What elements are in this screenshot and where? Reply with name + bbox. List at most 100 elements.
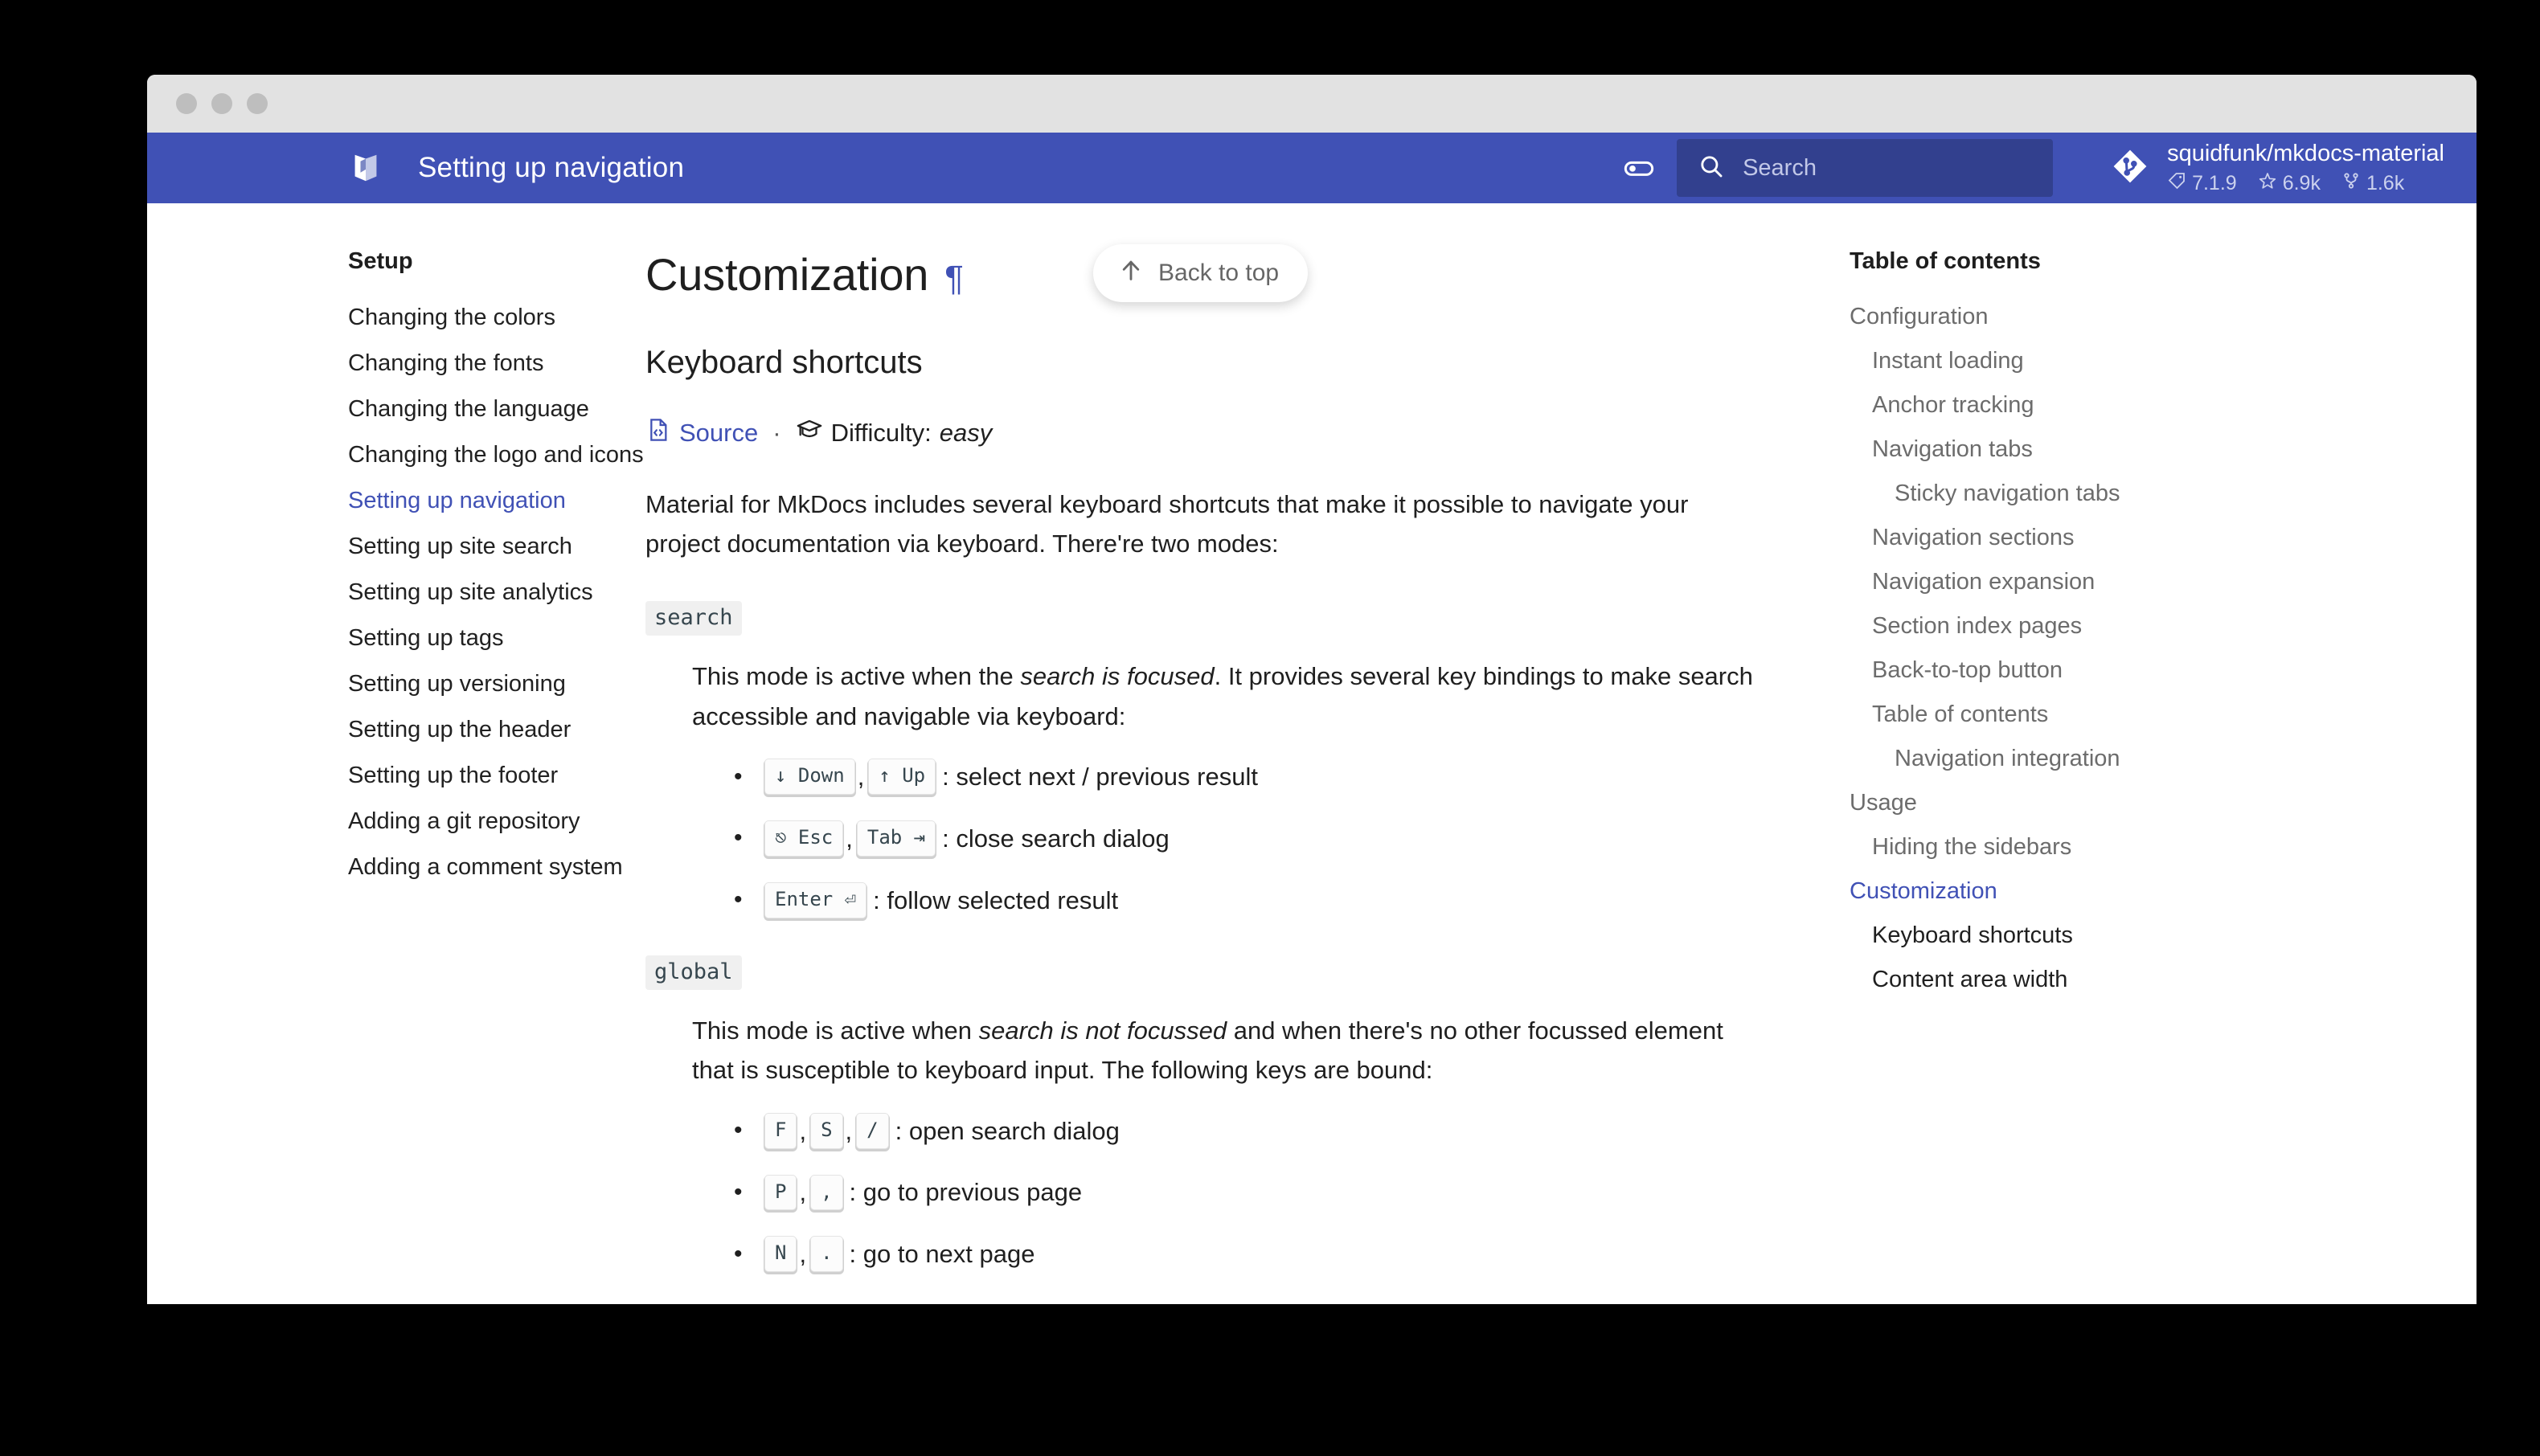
kbd-key: .: [810, 1236, 843, 1273]
kbd-key: ,: [810, 1174, 843, 1211]
sidebar-item[interactable]: Changing the language: [348, 386, 645, 432]
heading-anchor-icon[interactable]: ¶: [944, 259, 964, 299]
sidebar-item[interactable]: Adding a comment system: [348, 845, 645, 890]
repo-forks: 1.6k: [2341, 171, 2404, 196]
kbd-key: /: [856, 1112, 889, 1149]
search-input[interactable]: [1743, 154, 2017, 182]
toc-title: Table of contents: [1850, 248, 2041, 274]
key-binding-item: F,S,/: open search dialog: [734, 1112, 1763, 1149]
repo-text: squidfunk/mkdocs-material 7.1.9 6.9k 1.6…: [2167, 141, 2444, 196]
repo-name: squidfunk/mkdocs-material: [2167, 140, 2444, 166]
repo-version: 7.1.9: [2167, 171, 2237, 196]
window-titlebar: [147, 75, 2476, 133]
kbd-key: S: [810, 1112, 843, 1149]
kbd-key: Tab ⇥: [856, 820, 936, 857]
site-header: Setting up navigation Search squidfunk/m…: [147, 133, 2476, 203]
toc-sidebar: Table of contents Configuration Instant l…: [1795, 248, 2245, 1304]
content-h2: Keyboard shortcuts: [645, 345, 923, 380]
page-body: Setup Changing the colors Changing the fo…: [147, 203, 2476, 1304]
sidebar-item[interactable]: Setting up site search: [348, 524, 645, 570]
fork-icon: [2341, 171, 2361, 196]
key-binding-item: P,,: go to previous page: [734, 1174, 1763, 1211]
repo-stars: 6.9k: [2258, 171, 2321, 196]
sidebar-item[interactable]: Adding a git repository: [348, 799, 645, 845]
minimize-dot[interactable]: [211, 93, 232, 114]
toc-item[interactable]: Navigation integration: [1850, 737, 2245, 781]
nav-section-title: Setup: [348, 248, 413, 274]
header-right-cluster: squidfunk/mkdocs-material 7.1.9: [1617, 133, 2476, 203]
page-title: Setting up navigation: [418, 152, 685, 183]
sidebar-item[interactable]: Setting up tags: [348, 616, 645, 661]
toc-item[interactable]: Customization: [1850, 869, 2245, 914]
maximize-dot[interactable]: [247, 93, 268, 114]
sidebar-item[interactable]: Changing the fonts: [348, 341, 645, 386]
mode-description-emphasis: search is focused: [1020, 661, 1215, 690]
source-link[interactable]: Source: [679, 419, 758, 448]
main-content: Back to top Customization ¶ Keyboard sho…: [645, 244, 1795, 1304]
key-binding-description: : select next / previous result: [942, 763, 1258, 791]
sidebar-item[interactable]: Changing the colors: [348, 295, 645, 341]
file-code-icon: [645, 417, 671, 449]
toc-item[interactable]: Hiding the sidebars: [1850, 825, 2245, 869]
mode-description-pre: This mode is active when the: [692, 661, 1021, 690]
toc-item[interactable]: Usage: [1850, 781, 2245, 825]
star-icon: [2258, 171, 2277, 196]
sidebar-item[interactable]: Setting up the header: [348, 707, 645, 753]
search-icon: [1698, 153, 1725, 184]
toggle-switch-icon[interactable]: [1617, 146, 1661, 190]
toc-item[interactable]: Keyboard shortcuts: [1850, 914, 2245, 958]
repo-version-label: 7.1.9: [2192, 171, 2237, 194]
git-icon: [2111, 147, 2149, 190]
kbd-separator: ,: [845, 1116, 853, 1145]
key-binding-description: : follow selected result: [873, 885, 1119, 914]
mode-body: This mode is active when the search is f…: [692, 656, 1763, 918]
content-intro: Material for MkDocs includes several key…: [645, 490, 1689, 558]
toc-item[interactable]: Navigation tabs: [1850, 427, 2245, 472]
mode-description: This mode is active when search is not f…: [692, 1011, 1763, 1090]
repo-stars-label: 6.9k: [2282, 171, 2321, 194]
kbd-separator: ,: [799, 1240, 807, 1269]
content-h1-text: Customization: [645, 249, 929, 300]
toc-item[interactable]: Navigation expansion: [1850, 560, 2245, 604]
key-binding-description: : open search dialog: [895, 1116, 1120, 1145]
key-binding-description: : go to previous page: [849, 1178, 1083, 1207]
primary-sidebar: Setup Changing the colors Changing the fo…: [147, 248, 645, 1304]
kbd-separator: ,: [846, 824, 853, 853]
toc-item[interactable]: Back-to-top button: [1850, 648, 2245, 693]
sidebar-item[interactable]: Setting up site analytics: [348, 570, 645, 616]
tag-icon: [2167, 171, 2186, 196]
mode-description: This mode is active when the search is f…: [692, 656, 1763, 736]
repository-link[interactable]: squidfunk/mkdocs-material 7.1.9 6.9k 1.6…: [2111, 141, 2444, 196]
toc-item[interactable]: Navigation sections: [1850, 516, 2245, 560]
kbd-key: F: [764, 1112, 797, 1149]
back-to-top-label: Back to top: [1158, 260, 1280, 286]
modes-container: search This mode is active when the searc…: [645, 600, 1763, 1273]
key-binding-item: N,.: go to next page: [734, 1236, 1763, 1273]
toc-item[interactable]: Configuration: [1850, 295, 2245, 339]
kbd-key: P: [764, 1174, 797, 1211]
repo-forks-label: 1.6k: [2366, 171, 2405, 194]
sidebar-item[interactable]: Setting up navigation: [348, 478, 645, 524]
key-binding-description: : go to next page: [849, 1240, 1035, 1269]
kbd-key: N: [764, 1236, 797, 1273]
toc-item[interactable]: Sticky navigation tabs: [1850, 472, 2245, 516]
toc-item[interactable]: Table of contents: [1850, 693, 2245, 737]
toc-item[interactable]: Content area width: [1850, 958, 2245, 1002]
close-dot[interactable]: [176, 93, 197, 114]
toc-item[interactable]: Section index pages: [1850, 604, 2245, 648]
kbd-key: ↓ Down: [764, 759, 855, 795]
mode-name-chip: search: [645, 600, 742, 636]
toc-item[interactable]: Instant loading: [1850, 339, 2245, 383]
sidebar-item[interactable]: Setting up versioning: [348, 661, 645, 707]
kbd-key: ↑ Up: [868, 759, 936, 795]
mode-block: global This mode is active when search is…: [645, 955, 1763, 1273]
search-box[interactable]: [1677, 139, 2054, 197]
graduation-cap-icon: [796, 416, 823, 450]
toc-item[interactable]: Anchor tracking: [1850, 383, 2245, 427]
sidebar-item[interactable]: Changing the logo and icons: [348, 432, 645, 478]
difficulty-value: easy: [939, 419, 993, 447]
mkdocs-material-logo-icon[interactable]: [347, 149, 384, 186]
device-frame: Setting up navigation Search squidfunk/m…: [40, 13, 2500, 1443]
back-to-top-button[interactable]: Back to top: [1093, 244, 1309, 302]
sidebar-item[interactable]: Setting up the footer: [348, 753, 645, 799]
